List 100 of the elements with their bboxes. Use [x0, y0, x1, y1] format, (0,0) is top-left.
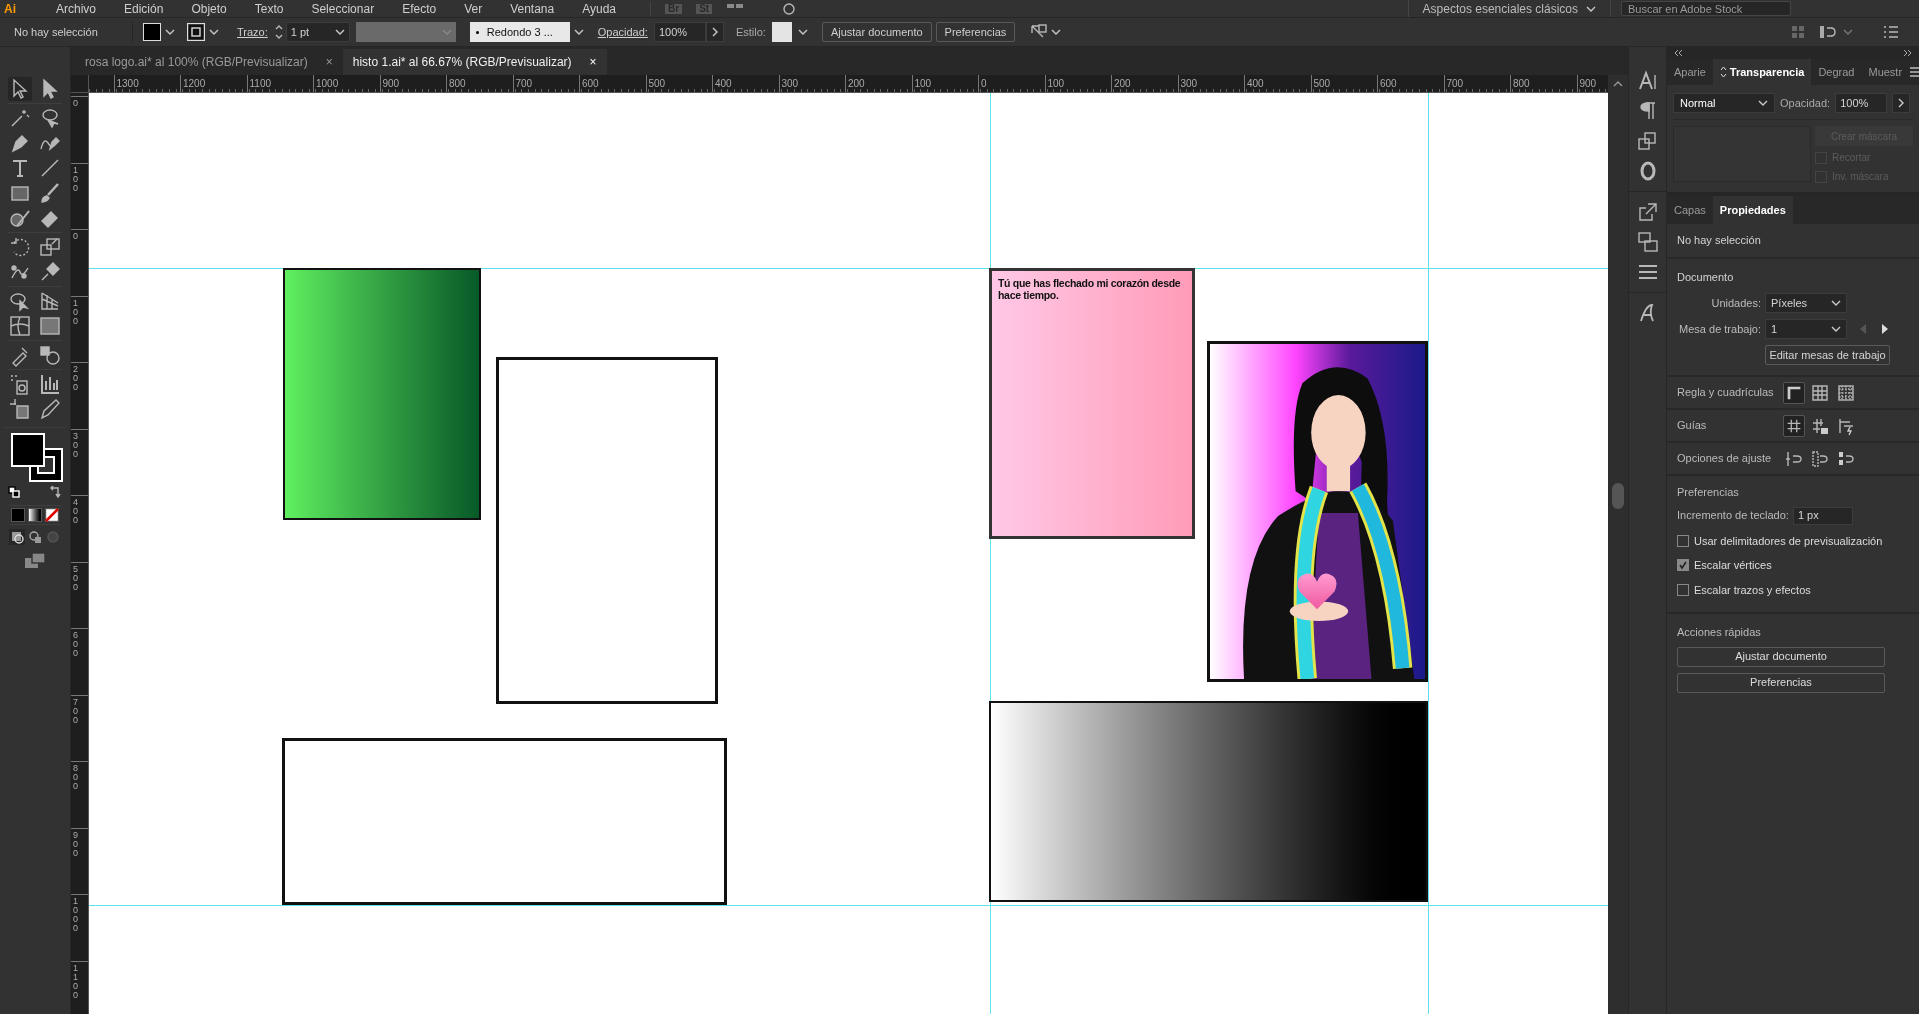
ruler-label: 600	[582, 77, 599, 91]
artboard-tool-icon[interactable]	[8, 397, 32, 421]
fill-color-swatch[interactable]	[11, 433, 45, 467]
quick-action-button[interactable]: Preferencias	[1677, 672, 1885, 693]
close-tab-button[interactable]: ×	[589, 53, 597, 71]
caret-icon[interactable]	[334, 28, 345, 36]
menu-item[interactable]: Archivo	[56, 2, 96, 15]
checkbox[interactable]	[1677, 559, 1689, 572]
checkbox[interactable]	[1677, 534, 1689, 547]
collapse-icon[interactable]	[1673, 49, 1683, 57]
expand-icon[interactable]	[1903, 49, 1913, 57]
caret-icon[interactable]	[1051, 28, 1062, 36]
pencil-icon[interactable]	[38, 397, 62, 421]
scroll-up-icon[interactable]	[1608, 75, 1628, 93]
scale-tool-icon[interactable]	[38, 235, 62, 259]
fill-swatch[interactable]	[143, 23, 161, 41]
scrollbar-thumb[interactable]	[1612, 483, 1624, 509]
artboard-dropdown[interactable]: 1	[1765, 319, 1847, 339]
spinner-icon[interactable]	[273, 23, 284, 41]
control-bar-button[interactable]: Ajustar documento	[821, 22, 932, 42]
section-title: Acciones rápidas	[1677, 625, 1762, 640]
opacity-slider-button[interactable]	[1892, 93, 1911, 113]
menu-item[interactable]: Ver	[464, 2, 483, 15]
caret-icon[interactable]	[209, 28, 219, 36]
ruler-label: 1100	[73, 963, 79, 1000]
section-title: Documento	[1677, 269, 1735, 285]
launch-icon[interactable]	[782, 2, 797, 15]
caret-icon[interactable]	[1758, 99, 1768, 107]
caret-icon[interactable]	[573, 28, 584, 36]
paintbrush-icon[interactable]	[38, 181, 62, 205]
caret-icon[interactable]	[1586, 4, 1596, 13]
menu-item[interactable]: Edición	[124, 2, 164, 15]
menu-item[interactable]: Ventana	[510, 2, 555, 15]
menu-item[interactable]: Texto	[254, 2, 284, 15]
ruler-label: 700	[1446, 77, 1464, 91]
draw-behind-icon[interactable]	[27, 529, 43, 545]
menu-item[interactable]: Seleccionar	[311, 2, 375, 15]
caret-icon[interactable]	[1831, 299, 1841, 307]
ruler-label: 200	[848, 77, 865, 91]
units-dropdown[interactable]: Píxeles	[1765, 293, 1847, 313]
caret-icon[interactable]	[165, 28, 175, 36]
panel-menu-icon[interactable]	[1909, 66, 1919, 78]
style-swatch[interactable]	[771, 22, 792, 42]
swap-colors-icon[interactable]	[48, 485, 62, 499]
tab-title: histo 1.ai* al 66.67% (RGB/Previsualizar)	[352, 54, 572, 71]
caret-icon[interactable]	[1831, 325, 1841, 333]
chevron-right-icon	[710, 27, 719, 37]
blend-mode-dropdown[interactable]: Normal	[1673, 93, 1775, 113]
panel-tab[interactable]: Transparencia	[1712, 59, 1812, 85]
color-button[interactable]	[11, 508, 25, 522]
edit-artboards-button[interactable]: Editar mesas de trabajo	[1765, 345, 1890, 365]
opacity-label: Opacidad:	[1780, 95, 1831, 111]
gradient-tool-icon[interactable]	[38, 314, 62, 338]
section-title: Regla y cuadrículas	[1677, 385, 1775, 401]
caret-icon[interactable]	[797, 28, 808, 36]
mesh-tool-icon[interactable]	[8, 314, 32, 338]
panel-tab[interactable]: Propiedades	[1712, 196, 1793, 224]
checkbox[interactable]	[1677, 583, 1689, 596]
ruler-label: 200	[73, 365, 79, 392]
menu-item[interactable]: Efecto	[402, 2, 437, 15]
menu-item[interactable]: Objeto	[191, 2, 227, 15]
control-bar-button[interactable]: Preferencias	[935, 22, 1016, 42]
ruler-label: 100	[73, 298, 79, 326]
document-tab[interactable]: histo 1.ai* al 66.67% (RGB/Previsualizar) ×	[342, 49, 607, 75]
menu-item[interactable]: Ayuda	[582, 2, 617, 15]
blend-tool-icon[interactable]	[38, 343, 62, 367]
ruler-label: 300	[73, 431, 79, 459]
caption-text: Tú que has flechado mi corazón desde hace tiempo.	[998, 277, 1182, 301]
stroke-weight-dropdown[interactable]: 1 pt	[285, 22, 350, 42]
style-label: Estilo:	[735, 24, 766, 40]
rotate-tool-icon[interactable]	[8, 235, 32, 259]
gradient-button[interactable]	[28, 508, 42, 522]
quick-action-button[interactable]: Ajustar documento	[1677, 646, 1885, 667]
screen-mode-icon[interactable]	[23, 551, 47, 569]
stroke-label: Trazo:	[237, 24, 268, 40]
guides-icon[interactable]	[1783, 414, 1805, 437]
artboards-icon[interactable]	[1635, 230, 1660, 254]
bar-graph-icon[interactable]	[38, 372, 62, 396]
ruler-label: 100	[914, 77, 932, 91]
ruler-label: 1000	[316, 77, 339, 91]
opacity-field[interactable]: 100%	[653, 22, 706, 42]
default-colors-icon[interactable]	[8, 486, 20, 498]
close-tab-button[interactable]: ×	[325, 53, 333, 71]
ruler-label: 400	[73, 498, 79, 525]
chevron-right-icon	[1897, 98, 1906, 108]
ruler-label: 600	[73, 631, 79, 658]
opacity-field[interactable]: 100%	[1835, 93, 1888, 113]
none-icon[interactable]	[45, 508, 59, 522]
snap-icon[interactable]	[1819, 24, 1837, 40]
ruler-icon[interactable]	[1783, 381, 1805, 404]
nudge-field[interactable]: 1 px	[1792, 506, 1853, 525]
search-field[interactable]: Buscar en Adobe Stock	[1621, 1, 1791, 16]
brush-dropdown[interactable]: Redondo 3 ...	[469, 22, 570, 42]
stroke-swatch-icon[interactable]	[187, 23, 205, 41]
sort-icon	[1719, 66, 1727, 78]
selection-tool-icon[interactable]	[8, 77, 32, 101]
section-title: Guías	[1677, 418, 1708, 434]
draw-normal-icon[interactable]	[9, 529, 25, 545]
list-icon[interactable]	[1883, 25, 1899, 39]
checkbox-label: Escalar vértices	[1694, 558, 1772, 573]
